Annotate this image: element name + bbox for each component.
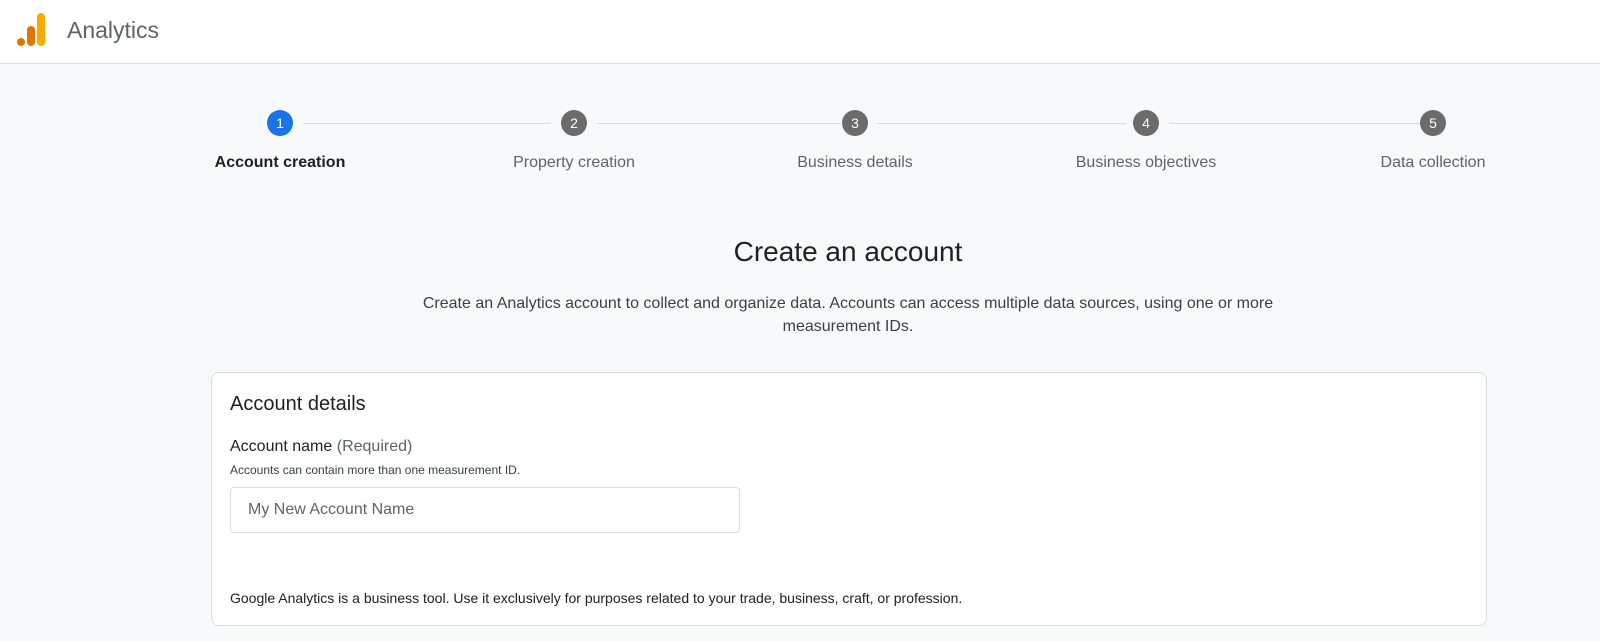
step-3-label: Business details	[797, 154, 913, 171]
step-3-indicator: 3	[842, 110, 868, 136]
setup-stepper: 1 Account creation 2 Property creation 3…	[0, 108, 1600, 178]
step-connector	[877, 123, 1126, 124]
account-name-label-text: Account name	[230, 438, 333, 455]
card-title: Account details	[230, 393, 366, 415]
logo-bar-tall	[37, 13, 45, 46]
step-4-indicator: 4	[1133, 110, 1159, 136]
account-name-input[interactable]	[230, 487, 740, 533]
step-1-indicator: 1	[267, 110, 293, 136]
page-title: Create an account	[733, 236, 963, 267]
account-details-card: Account details Account name (Required) …	[211, 372, 1487, 626]
analytics-logo-icon[interactable]	[16, 12, 46, 46]
logo-dot	[17, 38, 25, 46]
account-name-hint: Accounts can contain more than one measu…	[230, 463, 521, 477]
page-description: Create an Analytics account to collect a…	[422, 295, 1274, 335]
step-connector	[1169, 123, 1420, 124]
required-indicator: (Required)	[336, 438, 413, 455]
app-title[interactable]: Analytics	[67, 15, 159, 45]
step-connector	[597, 123, 841, 124]
step-5-indicator: 5	[1420, 110, 1446, 136]
step-5-label: Data collection	[1380, 154, 1486, 171]
step-connector	[303, 123, 551, 124]
step-1-label: Account creation	[214, 154, 346, 171]
logo-bar-medium	[27, 26, 35, 46]
step-2-indicator: 2	[561, 110, 587, 136]
step-2-label: Property creation	[513, 154, 635, 171]
top-app-bar: Analytics	[0, 0, 1600, 64]
account-name-label: Account name (Required)	[230, 438, 412, 456]
step-4-label: Business objectives	[1075, 154, 1217, 171]
business-tool-notice: Google Analytics is a business tool. Use…	[230, 590, 963, 606]
